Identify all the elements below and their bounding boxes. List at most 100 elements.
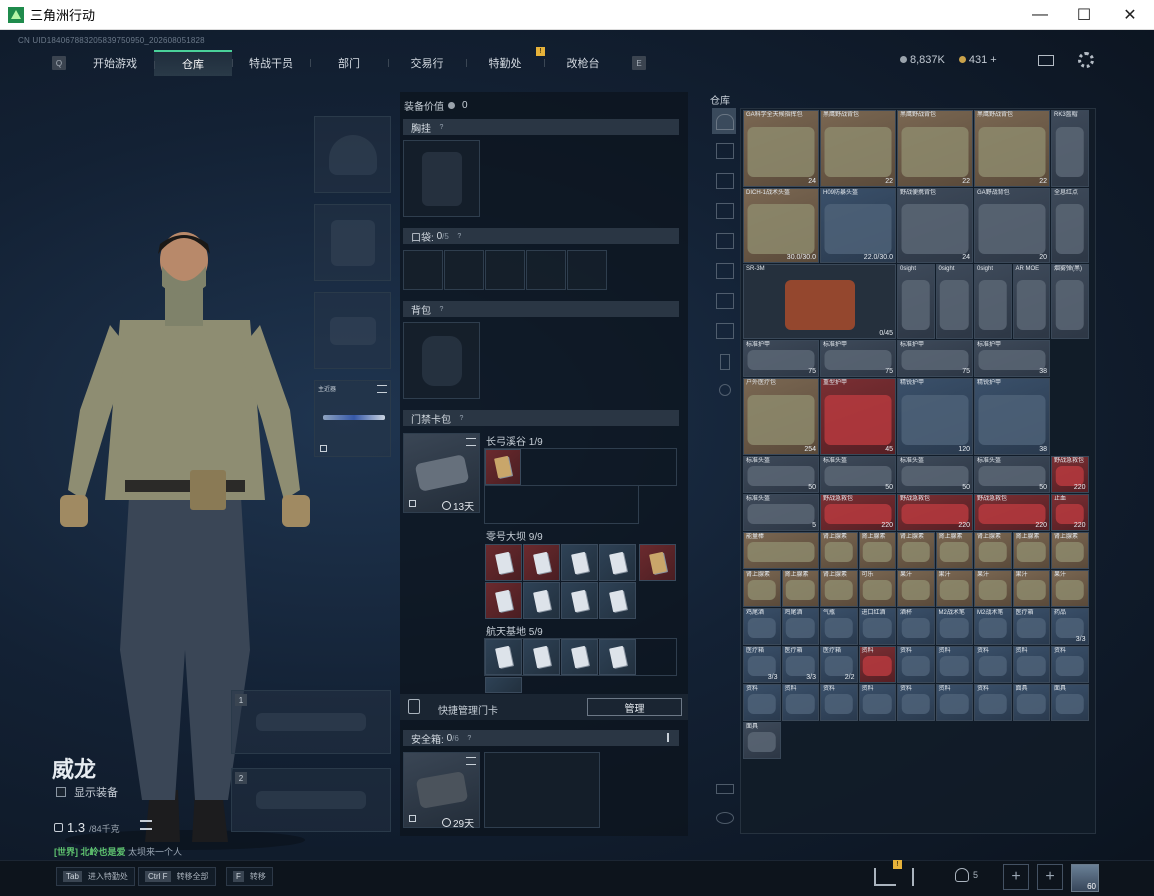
safe-box-slot[interactable]: 29天 xyxy=(403,752,480,830)
warehouse-item[interactable]: 资料 xyxy=(858,646,896,683)
warehouse-item[interactable]: 野战急救包 220 xyxy=(1051,456,1089,493)
warehouse-item[interactable]: 肾上腺素 xyxy=(897,532,935,569)
warehouse-item[interactable]: DICH-1战术头盔 30.0/30.0 xyxy=(743,188,819,263)
primary-weapon-slot-1[interactable]: 1 xyxy=(231,690,391,754)
help-icon[interactable]: ? xyxy=(455,232,464,241)
minimize-button[interactable]: — xyxy=(1017,0,1063,30)
warehouse-item[interactable]: 标准头盔 5 xyxy=(743,494,819,531)
squad-indicator[interactable]: 5 xyxy=(955,868,978,882)
warehouse-page-icon[interactable] xyxy=(716,233,734,249)
keycard-item[interactable] xyxy=(485,544,522,581)
help-icon[interactable]: ? xyxy=(465,734,474,743)
warehouse-page-icon[interactable] xyxy=(716,143,734,159)
maximize-button[interactable]: ☐ xyxy=(1061,0,1107,30)
warehouse-page-icon[interactable] xyxy=(716,203,734,219)
warehouse-item[interactable]: 标准头盔 50 xyxy=(743,456,819,493)
warehouse-item[interactable]: 医疗箱 3/3 xyxy=(743,646,781,683)
warehouse-item[interactable]: 鸡尾酒 xyxy=(743,608,781,645)
warehouse-item[interactable]: SR-3M 0/45 xyxy=(743,264,896,339)
warehouse-item[interactable]: 果汁 xyxy=(935,570,973,607)
warehouse-item[interactable]: 资料 xyxy=(1051,646,1089,683)
weight-detail-icon[interactable] xyxy=(140,820,152,830)
warehouse-item[interactable]: 鸡尾酒 xyxy=(781,608,819,645)
warehouse-item[interactable]: 肾上腺素 xyxy=(858,532,896,569)
tab-warehouse[interactable]: 仓库 xyxy=(154,50,232,76)
manage-cards-button[interactable]: 管理 xyxy=(587,698,682,716)
warehouse-page-icon[interactable] xyxy=(716,293,734,309)
invite-player-button[interactable]: + xyxy=(1003,864,1029,890)
warehouse-item[interactable]: 0sight xyxy=(974,264,1012,339)
warehouse-item[interactable]: 肾上腺素 xyxy=(820,570,858,607)
nav-prev-key[interactable]: Q xyxy=(52,56,66,70)
keycard-item[interactable] xyxy=(599,639,636,675)
warehouse-item[interactable]: 面具 xyxy=(1051,684,1089,721)
hotkey-transfer[interactable]: F 转移 xyxy=(226,867,273,886)
warehouse-item[interactable]: 标准护甲 75 xyxy=(820,340,896,377)
warehouse-item[interactable]: 进口红酒 xyxy=(858,608,896,645)
warehouse-item[interactable]: 黑鹰野战背包 22 xyxy=(974,110,1050,187)
primary-weapon-slot-2[interactable]: 2 xyxy=(231,768,391,832)
tab-exchange[interactable]: 交易行 xyxy=(388,50,466,76)
help-icon[interactable]: ? xyxy=(437,123,446,132)
warehouse-item[interactable]: 标准护甲 75 xyxy=(897,340,973,377)
warehouse-item[interactable]: M2战术笔 xyxy=(974,608,1012,645)
warehouse-item[interactable]: 资料 xyxy=(935,646,973,683)
pistol-slot[interactable] xyxy=(314,292,391,369)
warehouse-item[interactable]: 野战急救包 220 xyxy=(820,494,896,531)
tab-special-ops[interactable]: 特勤处 xyxy=(466,50,544,76)
warehouse-item[interactable]: 资料 xyxy=(743,684,781,721)
warehouse-item[interactable]: 面具 xyxy=(1012,684,1050,721)
nav-next-key[interactable]: E xyxy=(632,56,646,70)
warehouse-item[interactable]: 重型护甲 45 xyxy=(820,378,896,455)
keycard-item[interactable] xyxy=(599,582,636,619)
warehouse-item[interactable]: 野战急救包 220 xyxy=(974,494,1050,531)
warehouse-item[interactable]: 面具 xyxy=(743,722,781,759)
warehouse-item[interactable]: 标准头盔 50 xyxy=(974,456,1050,493)
lock-icon[interactable] xyxy=(720,354,730,370)
keycard-item[interactable] xyxy=(485,582,522,619)
help-icon[interactable]: ? xyxy=(457,414,466,423)
warehouse-item[interactable]: 肾上腺素 xyxy=(743,570,781,607)
swap-icon[interactable] xyxy=(466,757,476,765)
keycard-bag-slot[interactable]: 13天 xyxy=(403,433,480,513)
warehouse-item[interactable]: 医疗箱 xyxy=(1012,608,1050,645)
warehouse-item[interactable]: 精锐护甲 120 xyxy=(897,378,973,455)
warehouse-item[interactable]: 果汁 xyxy=(897,570,935,607)
warehouse-item[interactable]: 果汁 xyxy=(1012,570,1050,607)
swap-icon[interactable] xyxy=(466,438,476,446)
warehouse-item[interactable]: AR MOE xyxy=(1012,264,1050,339)
tab-department[interactable]: 部门 xyxy=(310,50,388,76)
sort-icon[interactable] xyxy=(716,812,734,824)
warehouse-item[interactable]: 精锐护甲 38 xyxy=(974,378,1050,455)
tab-gunsmith[interactable]: 改枪台 xyxy=(544,50,622,76)
warehouse-item[interactable]: 资料 xyxy=(897,646,935,683)
warehouse-item[interactable]: 标准头盔 50 xyxy=(897,456,973,493)
warehouse-item[interactable]: 医疗箱 2/2 xyxy=(820,646,858,683)
warehouse-page-icon[interactable] xyxy=(716,263,734,279)
warehouse-item[interactable]: GA科学全天候指挥包 24 xyxy=(743,110,819,187)
warehouse-item[interactable]: 资料 xyxy=(1012,646,1050,683)
add-gold-button[interactable]: + xyxy=(990,54,996,66)
chest-rig-slot[interactable] xyxy=(403,140,480,217)
warehouse-item[interactable]: 野战便携背包 24 xyxy=(897,188,973,263)
warehouse-item[interactable]: 可乐 xyxy=(858,570,896,607)
warehouse-item[interactable]: 资料 xyxy=(974,684,1012,721)
hotkey-special-ops[interactable]: Tab 进入特勤处 xyxy=(56,867,135,886)
pocket-slot[interactable] xyxy=(526,250,566,290)
pocket-slot[interactable] xyxy=(567,250,607,290)
warehouse-item[interactable]: 资料 xyxy=(935,684,973,721)
warehouse-item[interactable]: 肾上腺素 xyxy=(1051,532,1089,569)
warehouse-item[interactable]: 全息红点 xyxy=(1051,188,1089,263)
warehouse-item[interactable]: 0sight xyxy=(935,264,973,339)
show-equipment-toggle[interactable]: 显示装备 xyxy=(56,784,118,800)
silver-currency[interactable]: 8,837K xyxy=(900,54,945,66)
armor-slot[interactable] xyxy=(314,204,391,281)
keycard-item[interactable] xyxy=(561,639,598,675)
help-icon[interactable]: ? xyxy=(437,305,446,314)
tab-start-game[interactable]: 开始游戏 xyxy=(76,50,154,76)
warehouse-item[interactable]: 肾上腺素 xyxy=(820,532,858,569)
settings-icon[interactable] xyxy=(719,384,731,396)
gear-icon[interactable] xyxy=(1078,52,1094,68)
warehouse-item[interactable]: 资料 xyxy=(897,684,935,721)
pin-icon[interactable] xyxy=(667,733,673,742)
